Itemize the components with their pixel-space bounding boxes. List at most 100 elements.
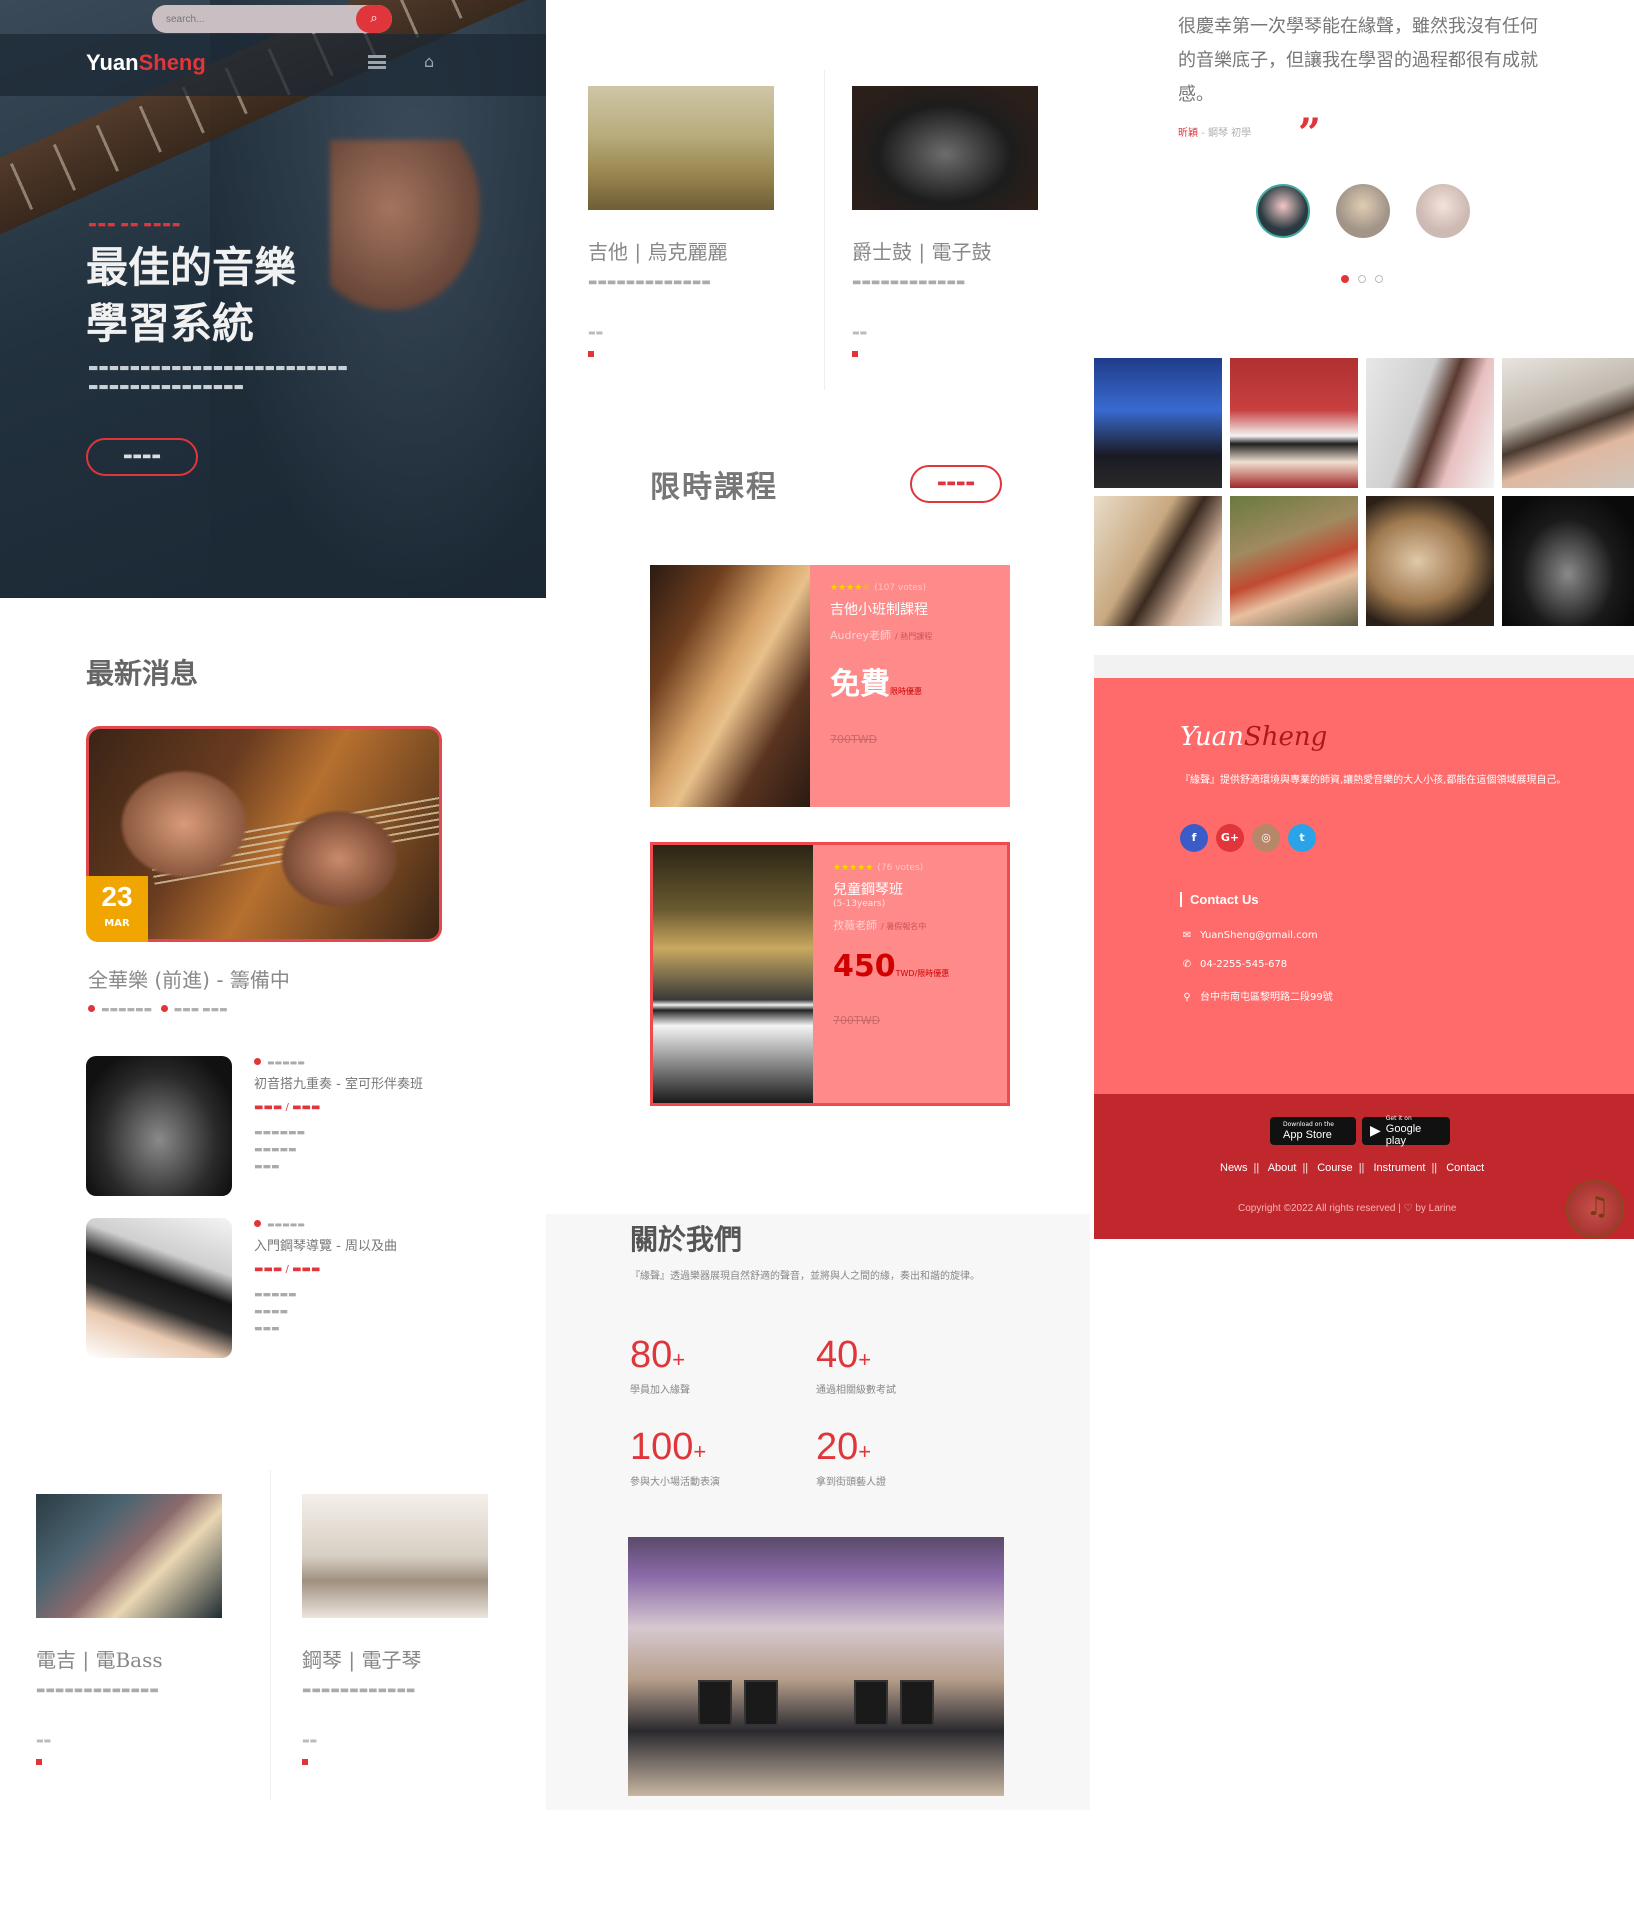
instagram-icon[interactable]: ◎ (1252, 824, 1280, 852)
testimonial-author: 昕穎 - 鋼琴 初學 (1178, 124, 1251, 139)
gallery-image-drum-kit[interactable] (1502, 496, 1634, 626)
search-input[interactable] (152, 5, 352, 33)
course-old-price: 700TWD (830, 733, 878, 746)
search-icon: ⌕ (370, 11, 378, 26)
instrument-card-bass[interactable]: 電吉 | 電Bass ▬▬▬▬▬▬▬▬▬▬▬▬▬ ▬▬ (36, 1494, 222, 1765)
contact-email-text: YuanSheng@gmail.com (1200, 930, 1318, 941)
instrument-more-link[interactable]: ▬▬ (302, 1736, 488, 1745)
course-teacher: Audrey老師 / 熱門課程 (830, 627, 932, 643)
studio-image (628, 1537, 1004, 1796)
instrument-image[interactable] (302, 1494, 488, 1618)
courses-more-button[interactable]: ▬▬▬▬ (910, 465, 1002, 503)
facebook-icon[interactable]: f (1180, 824, 1208, 852)
footer-link-news[interactable]: News (1220, 1162, 1248, 1174)
instrument-card-guitar[interactable]: 吉他 | 烏克麗麗 ▬▬▬▬▬▬▬▬▬▬▬▬▬ ▬▬ (588, 86, 774, 357)
copyright-text: Copyright ©2022 All rights reserved | ♡ … (1238, 1203, 1457, 1214)
stat-number: 40 (816, 1334, 859, 1376)
news-feature-meta: ▬▬▬▬▬▬ ▬▬▬ ▬▬▬ (88, 1005, 228, 1015)
gallery-image-flute[interactable] (1366, 358, 1494, 488)
gallery-image-piano[interactable] (1230, 358, 1358, 488)
instrument-description: ▬▬▬▬▬▬▬▬▬▬▬▬ (852, 277, 966, 288)
studio-monitor (900, 1680, 934, 1726)
instrument-more-link[interactable]: ▬▬ (588, 328, 774, 337)
gallery-image-keyboard[interactable] (1502, 358, 1634, 488)
app-store-badge[interactable]: Download on the App Store (1270, 1117, 1356, 1145)
course-image-piano[interactable] (653, 845, 813, 1103)
news-feature-headline[interactable]: 全華樂 (前進) - 籌備中 (88, 964, 290, 993)
carousel-dot[interactable] (1375, 275, 1383, 283)
testimonial-avatar[interactable] (1336, 184, 1390, 238)
instrument-image[interactable] (852, 86, 1038, 210)
gallery-image-drum[interactable] (1366, 496, 1494, 626)
testimonial-author-role: - 鋼琴 初學 (1201, 128, 1252, 139)
news-item-author: ▬▬▬ / ▬▬▬ (254, 1264, 321, 1275)
footer-spacer (1094, 655, 1634, 678)
course-image-guitar[interactable] (650, 565, 810, 807)
instrument-description: ▬▬▬▬▬▬▬▬▬▬▬▬ (302, 1685, 416, 1696)
footer-link-contact[interactable]: Contact (1446, 1162, 1484, 1174)
news-list-item[interactable]: ▬▬▬▬▬ 入門鋼琴導覽 - 周以及曲 ▬▬▬ / ▬▬▬ ▬▬▬▬▬ ▬▬▬▬ ▬… (254, 1220, 454, 1338)
site-logo[interactable]: YuanSheng (86, 50, 206, 76)
contact-phone[interactable]: ✆ 04-2255-545-678 (1180, 959, 1287, 970)
instrument-more-link[interactable]: ▬▬ (36, 1736, 222, 1745)
course-card[interactable]: ★★★★☆ (107 votes) 吉他小班制課程 Audrey老師 / 熱門課程 … (650, 565, 1010, 807)
badge-big-text: Google play (1385, 1123, 1422, 1147)
twitter-icon[interactable]: t (1288, 824, 1316, 852)
menu-icon[interactable] (368, 55, 386, 69)
news-list-item[interactable]: ▬▬▬▬▬ 初音搭九重奏 - 室可形伴奏班 ▬▬▬ / ▬▬▬ ▬▬▬▬▬▬ ▬▬… (254, 1058, 454, 1176)
testimonial-avatar[interactable] (1416, 184, 1470, 238)
carousel-dot-active[interactable] (1341, 275, 1349, 283)
instrument-more-link[interactable]: ▬▬ (852, 328, 1038, 337)
news-item-author: ▬▬▬ / ▬▬▬ (254, 1102, 321, 1113)
testimonial-avatar[interactable] (1256, 184, 1310, 238)
gallery-image-guitar-girl[interactable] (1094, 496, 1222, 626)
instrument-title[interactable]: 鋼琴 | 電子琴 (302, 1644, 488, 1673)
course-card[interactable]: ★★★★★ (76 votes) 兒童鋼琴班 (5-13years) 孜薇老師 / … (650, 842, 1010, 1106)
stat-item: 80+ 學員加入緣聲 (630, 1334, 690, 1396)
gallery-image-violin[interactable] (1230, 496, 1358, 626)
rating-stars: ★★★★☆ (107 votes) (830, 583, 926, 593)
footer-link-instrument[interactable]: Instrument (1373, 1162, 1425, 1174)
news-item-line: ▬▬▬▬▬▬ ▬▬▬▬▬ ▬▬▬ (254, 1128, 306, 1172)
home-icon[interactable]: ⌂ (424, 52, 434, 71)
news-item-thumbnail[interactable] (86, 1218, 232, 1358)
news-date-day: 23 (101, 881, 133, 912)
about-description: 『緣聲』透過樂器展現自然舒適的聲音，並將與人之間的緣，奏出和諧的旋律。 (630, 1271, 980, 1282)
google-play-badge[interactable]: ▶ Get it on Google play (1362, 1115, 1450, 1147)
instrument-card-drum[interactable]: 爵士鼓 | 電子鼓 ▬▬▬▬▬▬▬▬▬▬▬▬ ▬▬ (852, 86, 1038, 357)
course-name[interactable]: 吉他小班制課程 (830, 599, 932, 619)
instrument-image[interactable] (588, 86, 774, 210)
quote-icon: ” (1298, 110, 1322, 157)
instrument-image[interactable] (36, 1494, 222, 1618)
news-item-thumbnail[interactable] (86, 1056, 232, 1196)
mail-icon: ✉ (1182, 930, 1192, 941)
course-name[interactable]: 兒童鋼琴班 (833, 879, 949, 899)
news-date-badge: 23 MAR (86, 876, 148, 942)
news-item-line: ▬▬▬▬▬ ▬▬▬▬ ▬▬▬ (254, 1290, 297, 1334)
guitar-hand-right (279, 809, 399, 909)
gallery-image-concert[interactable] (1094, 358, 1222, 488)
studio-monitor (698, 1680, 732, 1726)
stat-number: 100 (630, 1426, 694, 1468)
instrument-title[interactable]: 爵士鼓 | 電子鼓 (852, 236, 1038, 265)
footer-logo[interactable]: YuanSheng (1180, 722, 1327, 752)
studio-monitor (744, 1680, 778, 1726)
footer-link-course[interactable]: Course (1317, 1162, 1352, 1174)
instrument-accent (302, 1759, 308, 1765)
news-item-title[interactable]: 初音搭九重奏 - 室可形伴奏班 (254, 1073, 454, 1092)
news-item-title[interactable]: 入門鋼琴導覽 - 周以及曲 (254, 1235, 454, 1254)
course-teacher-name: 孜薇老師 (833, 919, 877, 932)
search-button[interactable]: ⌕ (356, 5, 392, 33)
carousel-dot[interactable] (1358, 275, 1366, 283)
instrument-title[interactable]: 電吉 | 電Bass (36, 1644, 222, 1673)
contact-email[interactable]: ✉ YuanSheng@gmail.com (1180, 930, 1318, 941)
google-plus-icon[interactable]: G+ (1216, 824, 1244, 852)
instrument-card-piano[interactable]: 鋼琴 | 電子琴 ▬▬▬▬▬▬▬▬▬▬▬▬ ▬▬ (302, 1494, 488, 1765)
course-price: 450TWD/限時優惠 (833, 949, 949, 984)
stat-number: 20 (816, 1426, 859, 1468)
footer-link-about[interactable]: About (1268, 1162, 1297, 1174)
hero-cta-button[interactable]: ▬▬▬▬ (86, 438, 198, 476)
course-price: 免費限時優惠 (830, 659, 932, 703)
instrument-title[interactable]: 吉他 | 烏克麗麗 (588, 236, 774, 265)
stat-item: 40+ 通過相關級數考試 (816, 1334, 896, 1396)
